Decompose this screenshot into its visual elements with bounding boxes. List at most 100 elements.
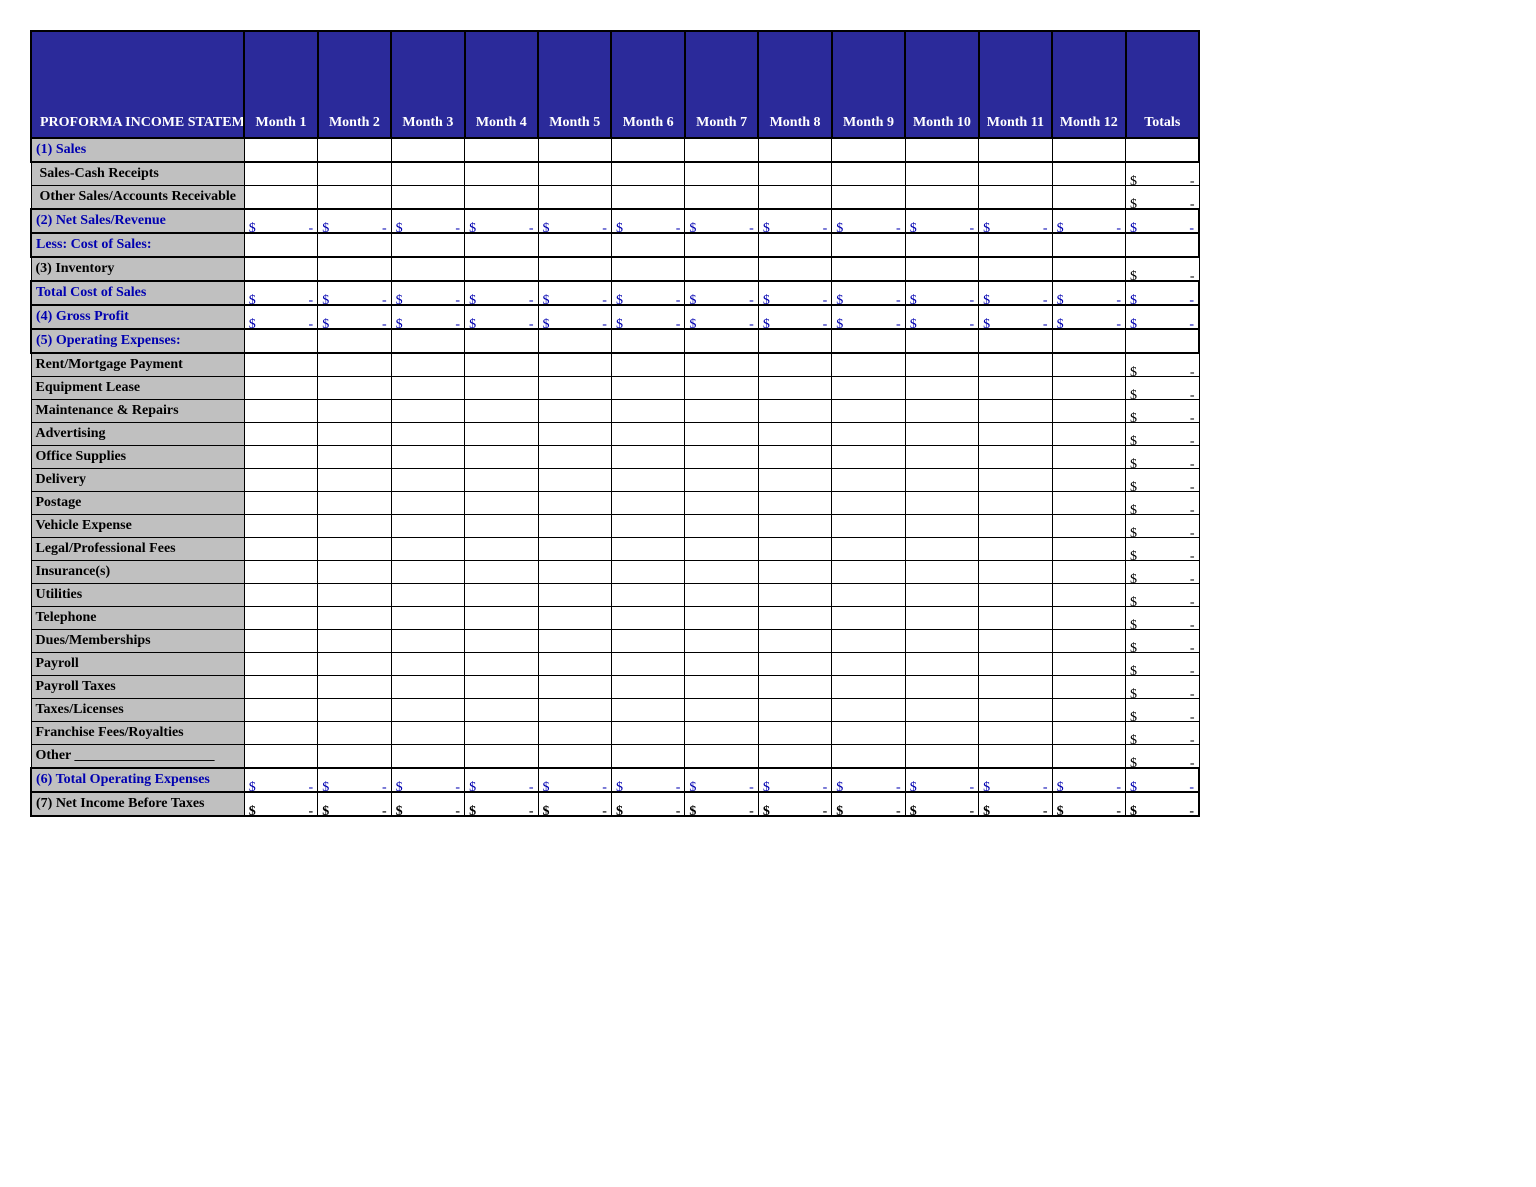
- empty-cell: [318, 329, 391, 353]
- table-row: Vehicle Expense$-: [31, 515, 1199, 538]
- row-label: Less: Cost of Sales:: [31, 233, 244, 257]
- row-label: Insurance(s): [31, 561, 244, 584]
- empty-cell: [538, 584, 611, 607]
- row-label: Delivery: [31, 469, 244, 492]
- empty-cell: [758, 745, 831, 769]
- currency-cell: $-: [832, 305, 905, 329]
- empty-cell: [685, 676, 758, 699]
- empty-cell: [465, 329, 538, 353]
- empty-cell: [318, 162, 391, 186]
- row-label: Rent/Mortgage Payment: [31, 353, 244, 377]
- empty-cell: [832, 138, 905, 162]
- empty-cell: [979, 538, 1052, 561]
- currency-cell: $-: [611, 768, 684, 792]
- currency-cell: $-: [1126, 209, 1199, 233]
- empty-cell: [758, 653, 831, 676]
- empty-cell: [832, 186, 905, 210]
- currency-cell: $-: [538, 281, 611, 305]
- empty-cell: [832, 353, 905, 377]
- currency-cell: $-: [1126, 768, 1199, 792]
- empty-cell: [244, 400, 317, 423]
- empty-cell: [244, 492, 317, 515]
- empty-cell: [832, 400, 905, 423]
- empty-cell: [244, 584, 317, 607]
- row-label: (2) Net Sales/Revenue: [31, 209, 244, 233]
- empty-cell: [685, 257, 758, 281]
- empty-cell: [611, 722, 684, 745]
- row-label: (1) Sales: [31, 138, 244, 162]
- table-row: (3) Inventory$-: [31, 257, 1199, 281]
- empty-cell: [979, 653, 1052, 676]
- table-row: Maintenance & Repairs$-: [31, 400, 1199, 423]
- row-label: (4) Gross Profit: [31, 305, 244, 329]
- title-cell: PROFORMA INCOME STATEMENT: [31, 31, 244, 138]
- empty-cell: [611, 162, 684, 186]
- row-label: (6) Total Operating Expenses: [31, 768, 244, 792]
- empty-cell: [832, 329, 905, 353]
- header-month-12: Month 12: [1052, 31, 1125, 138]
- empty-cell: [1052, 538, 1125, 561]
- currency-cell: $-: [244, 792, 317, 816]
- empty-cell: [832, 515, 905, 538]
- empty-cell: [1052, 745, 1125, 769]
- currency-cell: $-: [538, 209, 611, 233]
- empty-cell: [758, 584, 831, 607]
- currency-cell: $-: [611, 281, 684, 305]
- empty-cell: [979, 584, 1052, 607]
- currency-cell: $-: [391, 209, 464, 233]
- currency-cell: $-: [1126, 353, 1199, 377]
- empty-cell: [465, 561, 538, 584]
- empty-cell: [391, 257, 464, 281]
- currency-cell: $-: [979, 768, 1052, 792]
- empty-cell: [905, 329, 978, 353]
- empty-cell: [244, 561, 317, 584]
- empty-cell: [685, 469, 758, 492]
- empty-cell: [1052, 722, 1125, 745]
- empty-cell: [685, 446, 758, 469]
- empty-cell: [611, 353, 684, 377]
- currency-cell: $-: [1052, 281, 1125, 305]
- empty-cell: [685, 162, 758, 186]
- currency-cell: $-: [758, 792, 831, 816]
- empty-cell: [244, 233, 317, 257]
- empty-cell: [318, 377, 391, 400]
- empty-cell: [391, 630, 464, 653]
- empty-cell: [758, 561, 831, 584]
- currency-cell: $-: [391, 305, 464, 329]
- empty-cell: [979, 607, 1052, 630]
- empty-cell: [685, 233, 758, 257]
- empty-cell: [979, 400, 1052, 423]
- empty-cell: [538, 138, 611, 162]
- empty-cell: [979, 186, 1052, 210]
- empty-cell: [244, 699, 317, 722]
- table-row: Delivery$-: [31, 469, 1199, 492]
- empty-cell: [244, 446, 317, 469]
- empty-cell: [611, 745, 684, 769]
- empty-cell: [758, 138, 831, 162]
- empty-cell: [1052, 353, 1125, 377]
- currency-cell: $-: [538, 305, 611, 329]
- empty-cell: [391, 653, 464, 676]
- header-month-7: Month 7: [685, 31, 758, 138]
- empty-cell: [1052, 676, 1125, 699]
- empty-cell: [832, 446, 905, 469]
- row-label: Total Cost of Sales: [31, 281, 244, 305]
- row-label: Utilities: [31, 584, 244, 607]
- empty-cell: [611, 186, 684, 210]
- currency-cell: $-: [905, 305, 978, 329]
- currency-cell: $-: [318, 281, 391, 305]
- empty-cell: [244, 745, 317, 769]
- empty-cell: [538, 329, 611, 353]
- currency-cell: $-: [758, 209, 831, 233]
- currency-cell: $-: [1126, 257, 1199, 281]
- empty-cell: [1052, 515, 1125, 538]
- empty-cell: [391, 515, 464, 538]
- empty-cell: [832, 469, 905, 492]
- empty-cell: [465, 699, 538, 722]
- empty-cell: [465, 515, 538, 538]
- empty-cell: [465, 630, 538, 653]
- currency-cell: $-: [1052, 305, 1125, 329]
- row-label: Legal/Professional Fees: [31, 538, 244, 561]
- empty-cell: [685, 138, 758, 162]
- empty-cell: [905, 257, 978, 281]
